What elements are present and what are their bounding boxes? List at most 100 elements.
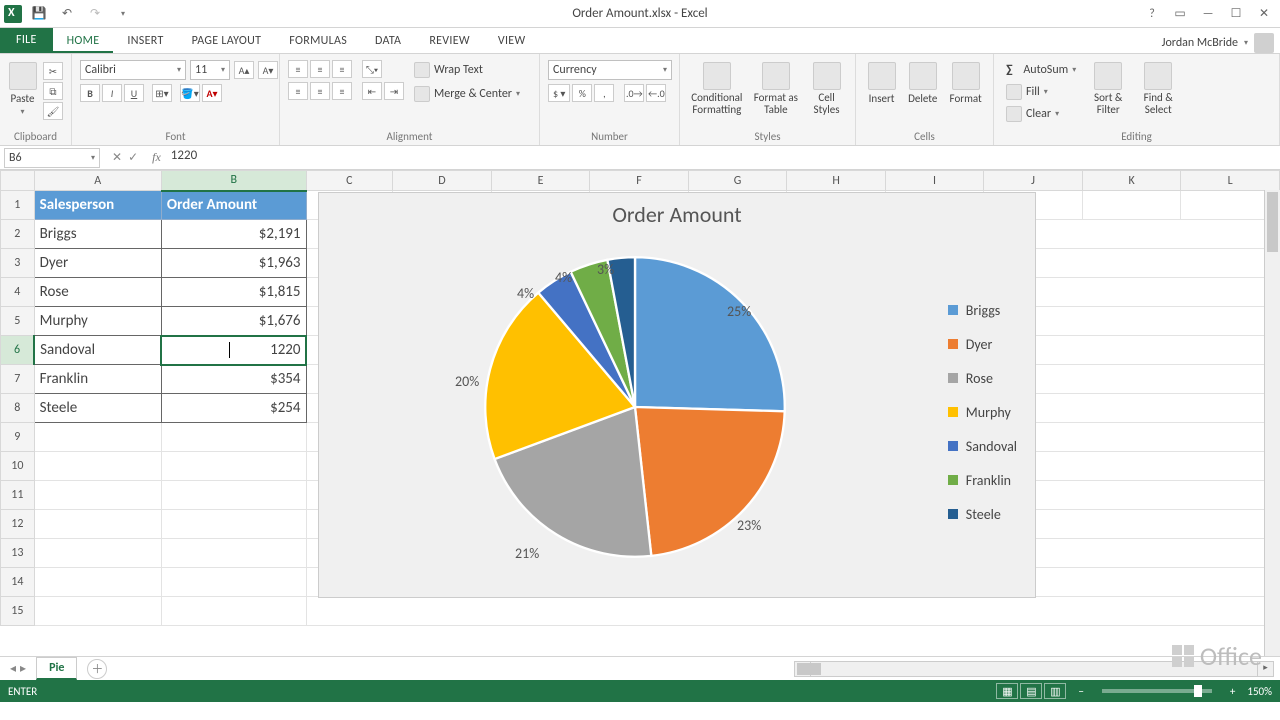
redo-button[interactable]: ↷ — [84, 3, 106, 25]
borders-button[interactable]: ⊞▾ — [152, 84, 172, 102]
bold-button[interactable]: B — [80, 84, 100, 102]
help-icon[interactable]: ? — [1142, 4, 1162, 24]
format-cells-button[interactable]: Format — [946, 58, 985, 105]
wrap-text-button[interactable]: Wrap Text — [410, 60, 524, 80]
close-icon[interactable]: ✕ — [1254, 4, 1274, 24]
underline-button[interactable]: U — [124, 84, 144, 102]
cut-button[interactable]: ✂ — [43, 62, 63, 80]
copy-button[interactable]: ⧉ — [43, 82, 63, 100]
active-cell[interactable]: 1220 — [161, 336, 306, 365]
formula-input[interactable]: 1220 — [167, 148, 1280, 168]
tab-formulas[interactable]: FORMULAS — [275, 30, 361, 53]
view-pagebreak-button[interactable]: ▥ — [1044, 683, 1066, 699]
zoom-level[interactable]: 150% — [1247, 685, 1272, 698]
legend-item[interactable]: Murphy — [948, 395, 1017, 429]
decrease-decimal-button[interactable]: ←.0 — [646, 84, 666, 102]
align-left-button[interactable]: ≡ — [288, 82, 308, 100]
align-right-button[interactable]: ≡ — [332, 82, 352, 100]
format-painter-button[interactable]: 🖌 — [43, 102, 63, 120]
tab-scroll-left-icon[interactable]: ◂ — [10, 661, 16, 676]
save-button[interactable]: 💾 — [28, 3, 50, 25]
fill-button[interactable]: Fill▾ — [1002, 82, 1080, 102]
format-as-table-button[interactable]: Format as Table — [752, 58, 800, 116]
increase-decimal-button[interactable]: .0→ — [624, 84, 644, 102]
qat-customize-icon[interactable]: ▾ — [112, 3, 134, 25]
minimize-icon[interactable]: — — [1198, 4, 1218, 24]
tab-scroll-right-icon[interactable]: ▸ — [20, 661, 26, 676]
scroll-thumb[interactable] — [1267, 192, 1278, 252]
delete-cells-button[interactable]: Delete — [905, 58, 940, 105]
column-headers[interactable]: A B CD EF GH IJ KL — [1, 171, 1280, 191]
chart-legend[interactable]: BriggsDyerRoseMurphySandovalFranklinStee… — [948, 293, 1017, 531]
zoom-knob[interactable] — [1194, 685, 1202, 697]
tab-page-layout[interactable]: PAGE LAYOUT — [178, 30, 276, 53]
merge-center-button[interactable]: Merge & Center▾ — [410, 84, 524, 104]
name-box[interactable]: B6▾ — [4, 148, 100, 168]
zoom-out-button[interactable]: − — [1078, 685, 1083, 698]
vertical-scrollbar[interactable] — [1264, 190, 1280, 656]
grow-font-button[interactable]: A▴ — [234, 61, 254, 79]
tab-view[interactable]: VIEW — [484, 30, 540, 53]
chart-object[interactable]: Order Amount 25% 23% 21% 20% 4% 4% 3% Br… — [318, 192, 1036, 598]
shrink-font-button[interactable]: A▾ — [258, 61, 278, 79]
view-layout-button[interactable]: ▤ — [1020, 683, 1042, 699]
user-avatar-icon[interactable] — [1254, 33, 1274, 53]
percent-format-button[interactable]: % — [572, 84, 592, 102]
autosum-button[interactable]: ∑ AutoSum▾ — [1002, 60, 1080, 80]
fx-icon[interactable]: fx — [146, 150, 167, 165]
tab-home[interactable]: HOME — [53, 30, 114, 53]
align-top-button[interactable]: ≡ — [288, 60, 308, 78]
clear-button[interactable]: Clear▾ — [1002, 104, 1080, 124]
hscroll-right-icon[interactable]: ▸ — [1257, 662, 1273, 676]
ribbon-options-icon[interactable]: ▭ — [1170, 4, 1190, 24]
legend-item[interactable]: Steele — [948, 497, 1017, 531]
worksheet-area[interactable]: A B CD EF GH IJ KL 1 Salesperson Order A… — [0, 170, 1280, 656]
view-normal-button[interactable]: ▦ — [996, 683, 1018, 699]
insert-cells-button[interactable]: Insert — [864, 58, 899, 105]
horizontal-scrollbar[interactable]: ◂ ▸ — [794, 661, 1274, 677]
maximize-icon[interactable]: ☐ — [1226, 4, 1246, 24]
cell-styles-icon — [813, 62, 841, 90]
sort-filter-button[interactable]: Sort & Filter — [1086, 58, 1130, 116]
tab-review[interactable]: REVIEW — [415, 30, 484, 53]
merge-icon — [414, 86, 430, 102]
italic-button[interactable]: I — [102, 84, 122, 102]
font-name-combo[interactable]: Calibri▾ — [80, 60, 186, 80]
font-size-combo[interactable]: 11▾ — [190, 60, 230, 80]
legend-item[interactable]: Franklin — [948, 463, 1017, 497]
confirm-edit-button[interactable]: ✓ — [128, 150, 138, 165]
accounting-format-button[interactable]: $ ▾ — [548, 84, 570, 102]
zoom-slider[interactable] — [1102, 689, 1212, 693]
find-select-button[interactable]: Find & Select — [1136, 58, 1180, 116]
undo-button[interactable]: ↶ — [56, 3, 78, 25]
user-name[interactable]: Jordan McBride — [1162, 36, 1238, 50]
comma-format-button[interactable]: , — [594, 84, 614, 102]
tab-file[interactable]: FILE — [0, 27, 53, 53]
legend-item[interactable]: Briggs — [948, 293, 1017, 327]
legend-item[interactable]: Dyer — [948, 327, 1017, 361]
cancel-edit-button[interactable]: ✕ — [112, 150, 122, 165]
fill-color-button[interactable]: 🪣▾ — [180, 84, 200, 102]
scroll-thumb[interactable] — [797, 663, 821, 675]
sheet-tab-active[interactable]: Pie — [36, 657, 77, 680]
legend-item[interactable]: Rose — [948, 361, 1017, 395]
tab-data[interactable]: DATA — [361, 30, 415, 53]
select-all-button[interactable] — [1, 171, 35, 191]
status-mode: ENTER — [8, 685, 37, 698]
tab-insert[interactable]: INSERT — [113, 30, 177, 53]
paste-button[interactable]: Paste▾ — [8, 58, 37, 117]
align-bottom-button[interactable]: ≡ — [332, 60, 352, 78]
align-center-button[interactable]: ≡ — [310, 82, 330, 100]
cell-styles-button[interactable]: Cell Styles — [806, 58, 847, 116]
number-format-combo[interactable]: Currency▾ — [548, 60, 672, 80]
increase-indent-button[interactable]: ⇥ — [384, 82, 404, 100]
new-sheet-button[interactable]: ＋ — [87, 659, 107, 679]
conditional-formatting-button[interactable]: Conditional Formatting — [688, 58, 746, 116]
decrease-indent-button[interactable]: ⇤ — [362, 82, 382, 100]
font-color-button[interactable]: A▾ — [202, 84, 222, 102]
align-middle-button[interactable]: ≡ — [310, 60, 330, 78]
zoom-in-button[interactable]: + — [1230, 685, 1235, 698]
legend-item[interactable]: Sandoval — [948, 429, 1017, 463]
orientation-button[interactable]: ⤡▾ — [362, 60, 382, 78]
chart-title[interactable]: Order Amount — [319, 193, 1035, 228]
